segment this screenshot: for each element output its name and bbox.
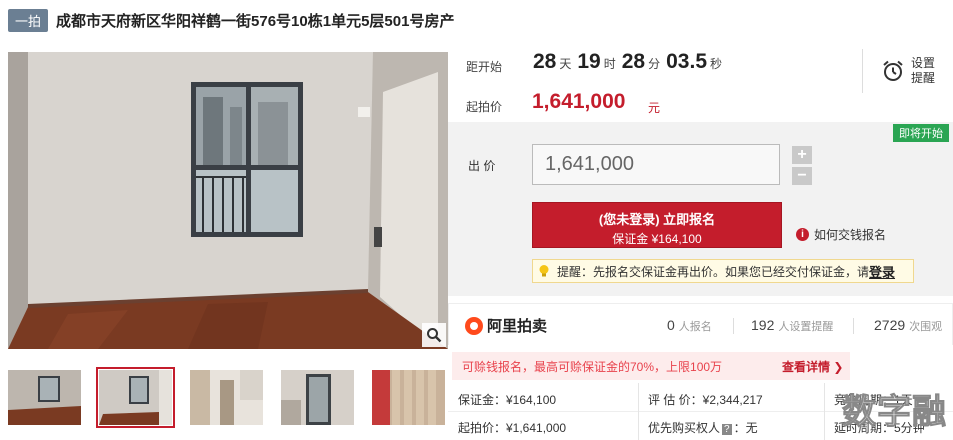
ali-auction-logo: 阿里拍卖 [465,315,547,336]
start-price-row: 起拍价 1,641,000 元 [448,90,953,120]
thumbnail[interactable] [8,370,81,425]
divider [824,383,825,440]
register-button-label: (您未登录) 立即报名 [598,212,716,227]
bid-amount-input[interactable]: 1,641,000 [532,144,780,185]
tip-text: 提醒：先报名交保证金再出价。如果您已经交付保证金，请 [557,264,870,279]
countdown-hours-unit: 时 [603,57,616,71]
ali-auction-logo-icon [465,316,483,335]
lightbulb-icon [539,265,549,277]
priority-buyer-detail: 优先购买权人? ：无 [648,419,758,436]
divider [853,318,854,334]
stats-bar: 阿里拍卖 0 人报名 192 人设置提醒 2729 次围观 [448,303,953,345]
help-icon[interactable]: ? [722,424,732,435]
countdown-seconds-unit: 秒 [710,57,723,71]
signup-count-value: 0 [667,317,675,333]
login-tip: 提醒：先报名交保证金再出价。如果您已经交付保证金，请 登录 [532,259,914,283]
signup-count-label: 人报名 [678,321,712,333]
deposit-detail: 保证金：¥164,100 [458,393,557,407]
info-icon: i [796,228,809,241]
room-photo-illustration [8,52,448,349]
priority-buyer-label: 优先购买权人 [648,421,721,435]
title-row: 一拍 成都市天府新区华阳祥鹤一街576号10栋1单元5层501号房产 [8,8,454,32]
howto-link[interactable]: i 如何交钱报名 [796,226,886,243]
signup-count: 0 人报名 [667,317,712,334]
login-link[interactable]: 登录 [869,262,895,281]
start-price-unit: 元 [648,101,661,115]
increase-bid-button[interactable]: + [792,146,812,164]
reminder-count: 192 人设置提醒 [751,317,833,334]
watermark: 数字融 [842,393,947,432]
thumbnail[interactable] [372,370,445,425]
thumbnail-strip [8,367,445,428]
bid-label: 出 价 [468,159,496,173]
alarm-clock-icon [883,60,903,81]
countdown-hours: 19 [577,50,601,73]
credit-notice: 可赊钱报名，最高可赊保证金的70%，上限100万 查看详情 ❯ [452,352,850,380]
watcher-count-value: 2729 [874,317,906,333]
reminder-label: 设置提醒 [911,56,936,85]
watcher-count: 2729 次围观 [874,317,942,334]
status-badge: 即将开始 [893,124,949,142]
credit-notice-text: 可赊钱报名，最高可赊保证金的70%，上限100万 [462,359,723,374]
register-deposit-label: 保证金 ¥164,100 [612,232,702,246]
zoom-button[interactable] [422,323,446,347]
countdown-minutes: 28 [621,50,646,73]
watcher-count-label: 次围观 [909,321,943,333]
thumbnail[interactable] [281,370,354,425]
countdown-row: 距开始 28 天 19 时 28 分 03.5 秒 设置提醒 [448,49,953,93]
start-price-value: 1,641,000 [532,90,626,113]
thumbnail[interactable] [190,370,263,425]
reminder-count-label: 人设置提醒 [778,321,834,333]
reminder-count-value: 192 [751,317,775,333]
countdown-timer: 28 天 19 时 28 分 03.5 秒 [533,50,728,74]
decrease-bid-button[interactable]: − [792,167,812,185]
brand-name: 阿里拍卖 [487,318,548,335]
countdown-label: 距开始 [466,60,503,74]
bid-box: 即将开始 出 价 1,641,000 + − (您未登录) 立即报名 保证金 ¥… [448,122,953,296]
priority-buyer-value: ：无 [733,421,758,435]
divider [638,383,639,440]
countdown-days-unit: 天 [559,57,572,71]
view-details-link[interactable]: 查看详情 ❯ [782,358,843,375]
countdown-seconds: 03.5 [666,50,707,73]
countdown-minutes-unit: 分 [648,57,661,71]
divider [733,318,734,334]
register-button[interactable]: (您未登录) 立即报名 保证金 ¥164,100 [532,202,782,248]
magnifier-icon [427,328,442,343]
start-price-label: 起拍价 [466,100,503,114]
start-price-detail: 起拍价：¥1,641,000 [458,421,567,435]
appraisal-detail: 评 估 价：¥2,344,217 [648,393,763,407]
thumbnail-selected[interactable] [96,367,175,428]
set-reminder-button[interactable]: 设置提醒 [862,49,952,93]
howto-label: 如何交钱报名 [814,228,887,242]
page-title: 成都市天府新区华阳祥鹤一街576号10栋1单元5层501号房产 [56,12,455,30]
countdown-days: 28 [533,50,557,73]
main-property-photo[interactable] [8,52,448,349]
auction-round-tag: 一拍 [8,8,49,32]
